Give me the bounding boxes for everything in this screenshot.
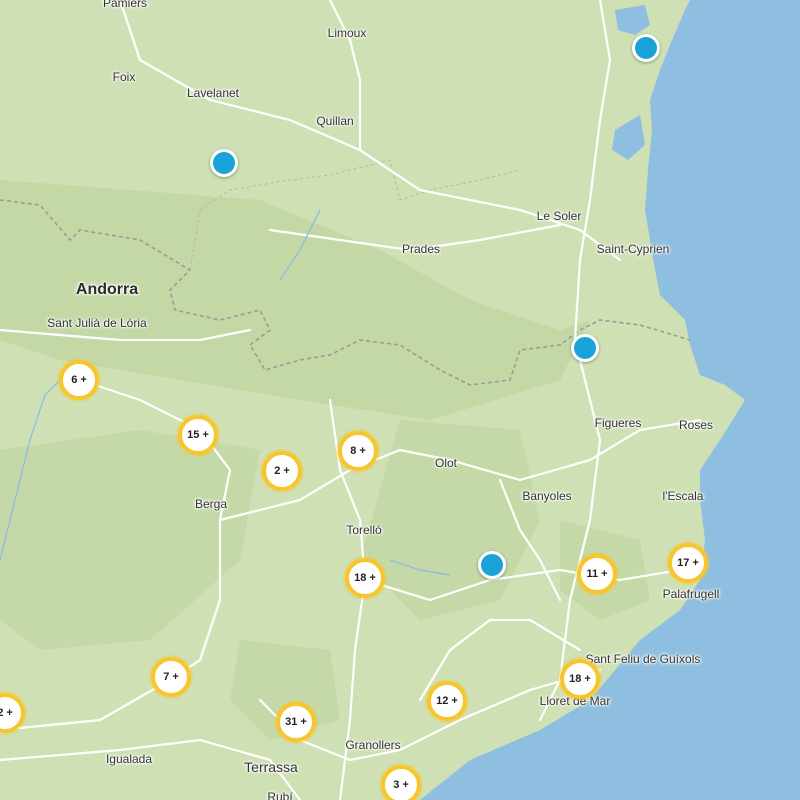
place-label: Figueres [594, 416, 642, 430]
mountain-area [360, 420, 540, 620]
place-label: Igualada [105, 752, 153, 766]
place-label: Palafrugell [662, 587, 720, 601]
location-marker[interactable] [632, 34, 660, 62]
lagoon [615, 5, 650, 35]
place-label: Olot [434, 456, 458, 470]
place-label: Sant Julià de Lòria [47, 316, 147, 330]
place-label: Rubí [267, 790, 293, 800]
cluster-marker[interactable]: 3 + [381, 765, 421, 800]
place-label: Berga [194, 497, 228, 511]
place-label: Terrassa [244, 759, 298, 775]
place-label: Limoux [327, 26, 367, 40]
cluster-marker[interactable]: 6 + [59, 360, 99, 400]
cluster-marker[interactable]: 2 + [262, 451, 302, 491]
place-label: Lavelanet [186, 86, 240, 100]
cluster-marker[interactable]: 7 + [151, 657, 191, 697]
cluster-marker[interactable]: 18 + [345, 558, 385, 598]
place-label: Saint-Cyprien [596, 242, 670, 256]
cluster-marker[interactable]: 15 + [178, 415, 218, 455]
cluster-marker[interactable]: 11 + [577, 554, 617, 594]
place-label: Foix [112, 70, 136, 84]
cluster-marker[interactable]: 12 + [427, 681, 467, 721]
place-label: Quillan [316, 114, 354, 128]
place-label: Banyoles [522, 489, 572, 503]
place-label: Le Soler [536, 209, 582, 223]
cluster-marker[interactable]: 31 + [276, 702, 316, 742]
place-label: Torelló [346, 523, 382, 537]
location-marker[interactable] [571, 334, 599, 362]
lagoon [612, 115, 645, 160]
country-label: Andorra [75, 281, 139, 298]
place-label: Roses [678, 418, 714, 432]
cluster-marker[interactable]: 17 + [668, 543, 708, 583]
map-base-layer [0, 0, 800, 800]
cluster-marker[interactable]: 18 + [560, 659, 600, 699]
place-label: Prades [401, 242, 441, 256]
cluster-marker[interactable]: 8 + [338, 431, 378, 471]
location-marker[interactable] [478, 551, 506, 579]
location-marker[interactable] [210, 149, 238, 177]
place-label: Granollers [345, 738, 401, 752]
place-label: l'Escala [662, 489, 704, 503]
place-label: Pamiers [102, 0, 148, 10]
place-label: Sant Feliu de Guíxols [585, 652, 701, 666]
map-canvas[interactable]: Pamiers Limoux Foix Lavelanet Quillan Le… [0, 0, 800, 800]
